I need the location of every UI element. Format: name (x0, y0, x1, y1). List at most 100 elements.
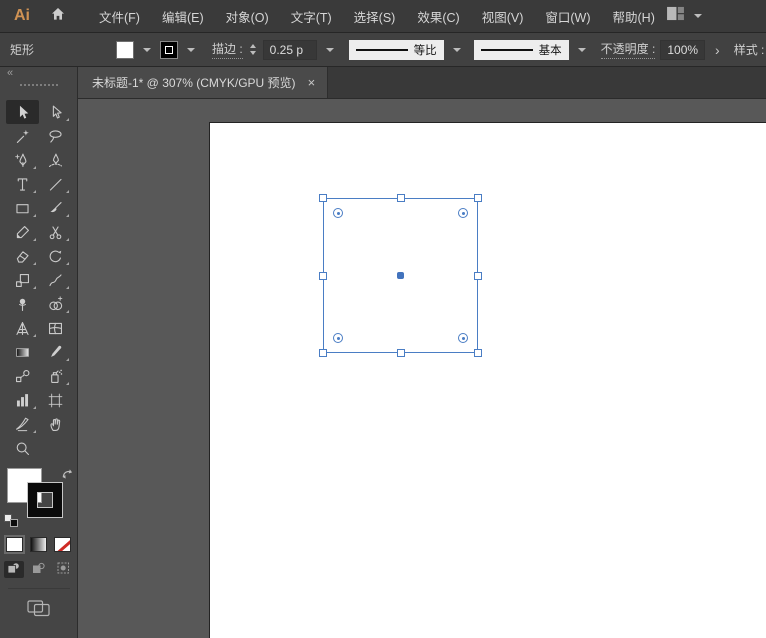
tool-pen[interactable] (6, 148, 39, 172)
drawing-modes-row (3, 561, 74, 578)
menu-item-6[interactable]: 效果(C) (406, 0, 470, 32)
menu-item-2[interactable]: 编辑(E) (151, 0, 215, 32)
selected-rectangle[interactable] (319, 194, 482, 357)
tool-puppet-warp[interactable] (6, 292, 39, 316)
opacity-panel-link[interactable]: 不透明度 : (600, 40, 656, 59)
brush-dropdown-button[interactable] (574, 40, 590, 60)
selection-handle-middle-left[interactable] (319, 271, 327, 280)
width-profile-select[interactable]: 等比 (348, 39, 444, 60)
selection-handle-middle-right[interactable] (474, 271, 482, 280)
flyout-indicator-icon (65, 214, 69, 217)
stroke-color-proxy[interactable] (27, 483, 62, 517)
selection-handle-top-left[interactable] (319, 194, 327, 202)
fill-dropdown-button[interactable] (139, 40, 155, 60)
chevron-down-icon (143, 47, 151, 52)
tool-mesh[interactable] (39, 316, 72, 340)
zoom-tool-icon (14, 440, 31, 457)
live-corner-widget-top-left[interactable] (333, 208, 343, 218)
tool-column-graph[interactable] (6, 388, 39, 412)
stroke-width-dropdown-button[interactable] (322, 40, 338, 60)
tool-free-transform[interactable] (39, 268, 72, 292)
swap-fill-stroke-button[interactable] (61, 467, 74, 485)
curvature-tool-icon (47, 152, 64, 169)
tool-zoom[interactable] (6, 436, 39, 460)
stroke-swatch[interactable] (160, 40, 178, 59)
live-corner-widget-bottom-left[interactable] (333, 333, 343, 343)
home-button[interactable] (40, 0, 76, 32)
tool-perspective-grid[interactable] (6, 316, 39, 340)
default-colors-button[interactable] (3, 514, 18, 527)
menu-item-7[interactable]: 视图(V) (471, 0, 535, 32)
gradient-tool-icon (14, 344, 31, 361)
none-button[interactable] (54, 537, 71, 552)
flyout-indicator-icon (65, 358, 69, 361)
live-corner-widget-bottom-right[interactable] (458, 333, 468, 343)
tool-magic-wand[interactable] (6, 124, 39, 148)
stroke-width-field[interactable]: 0.25 p (262, 39, 317, 60)
tool-shape-builder[interactable] (39, 292, 72, 316)
draw-normal-button[interactable] (3, 561, 24, 578)
menu-item-3[interactable]: 对象(O) (215, 0, 280, 32)
tool-gradient[interactable] (6, 340, 39, 364)
tool-scale[interactable] (6, 268, 39, 292)
selection-handle-top-middle[interactable] (396, 194, 405, 202)
collapse-panel-button[interactable]: « (7, 67, 13, 79)
draw-behind-button[interactable] (29, 561, 49, 578)
chevron-down-icon (452, 47, 461, 52)
change-screen-mode-button[interactable] (7, 588, 70, 622)
tool-shaper[interactable] (6, 220, 39, 244)
tool-eyedropper[interactable] (39, 340, 72, 364)
tool-symbol-sprayer[interactable] (39, 364, 72, 388)
menu-item-9[interactable]: 帮助(H) (602, 0, 666, 32)
width-profile-dropdown-button[interactable] (449, 40, 465, 60)
tool-direct-selection[interactable] (39, 100, 72, 124)
stroke-dropdown-button[interactable] (183, 40, 199, 60)
tool-blend[interactable] (6, 364, 39, 388)
menu-item-5[interactable]: 选择(S) (343, 0, 407, 32)
stroke-width-stepper[interactable] (248, 44, 258, 55)
rotate-tool-icon (47, 248, 64, 265)
opacity-field[interactable]: 100% (660, 39, 706, 60)
tool-selection[interactable] (5, 100, 39, 124)
tool-rotate[interactable] (39, 244, 72, 268)
gradient-button[interactable] (30, 537, 47, 552)
canvas-pasteboard[interactable] (78, 99, 766, 638)
opacity-expand-button[interactable]: › (710, 42, 725, 58)
fill-swatch[interactable] (116, 40, 134, 59)
selection-handle-bottom-middle[interactable] (396, 349, 405, 357)
menu-bar: Ai 文件(F) 编辑(E) 对象(O) 文字(T) 选择(S) 效果(C) 视图(V) 窗口… (0, 0, 766, 33)
scissors-tool-icon (47, 224, 64, 241)
menu-item-1[interactable]: 文件(F) (88, 0, 151, 32)
artboard[interactable] (210, 123, 766, 638)
brush-definition-select[interactable]: 基本 (473, 39, 569, 60)
flyout-indicator-icon (32, 430, 36, 433)
menu-item-8[interactable]: 窗口(W) (534, 0, 601, 32)
flyout-indicator-icon (32, 334, 36, 337)
draw-inside-button[interactable] (54, 561, 74, 578)
tool-eraser[interactable] (6, 244, 39, 268)
workspace-switcher[interactable] (666, 6, 766, 26)
document-tab[interactable]: 未标题-1* @ 307% (CMYK/GPU 预览) × (78, 67, 329, 98)
tool-type[interactable] (6, 172, 39, 196)
tools-panel-header: « (0, 67, 77, 100)
tool-artboard[interactable] (39, 388, 72, 412)
tool-slice[interactable] (6, 412, 39, 436)
color-button[interactable] (6, 537, 23, 552)
tool-curvature[interactable] (39, 148, 72, 172)
panel-drag-handle[interactable] (18, 83, 59, 87)
workspace-switcher-icon (666, 6, 685, 26)
selection-handle-bottom-left[interactable] (319, 349, 327, 357)
stroke-panel-link[interactable]: 描边 : (212, 40, 243, 59)
tool-scissors[interactable] (39, 220, 72, 244)
selection-handle-bottom-right[interactable] (474, 349, 482, 357)
close-icon[interactable]: × (308, 76, 316, 89)
tool-hand[interactable] (39, 412, 72, 436)
tool-line-segment[interactable] (39, 172, 72, 196)
tool-paintbrush[interactable] (39, 196, 72, 220)
menu-item-4[interactable]: 文字(T) (280, 0, 343, 32)
live-corner-widget-top-right[interactable] (458, 208, 468, 218)
tool-rectangle[interactable] (6, 196, 39, 220)
tool-lasso[interactable] (39, 124, 72, 148)
selection-handle-top-right[interactable] (474, 194, 482, 202)
center-point[interactable] (397, 272, 404, 279)
